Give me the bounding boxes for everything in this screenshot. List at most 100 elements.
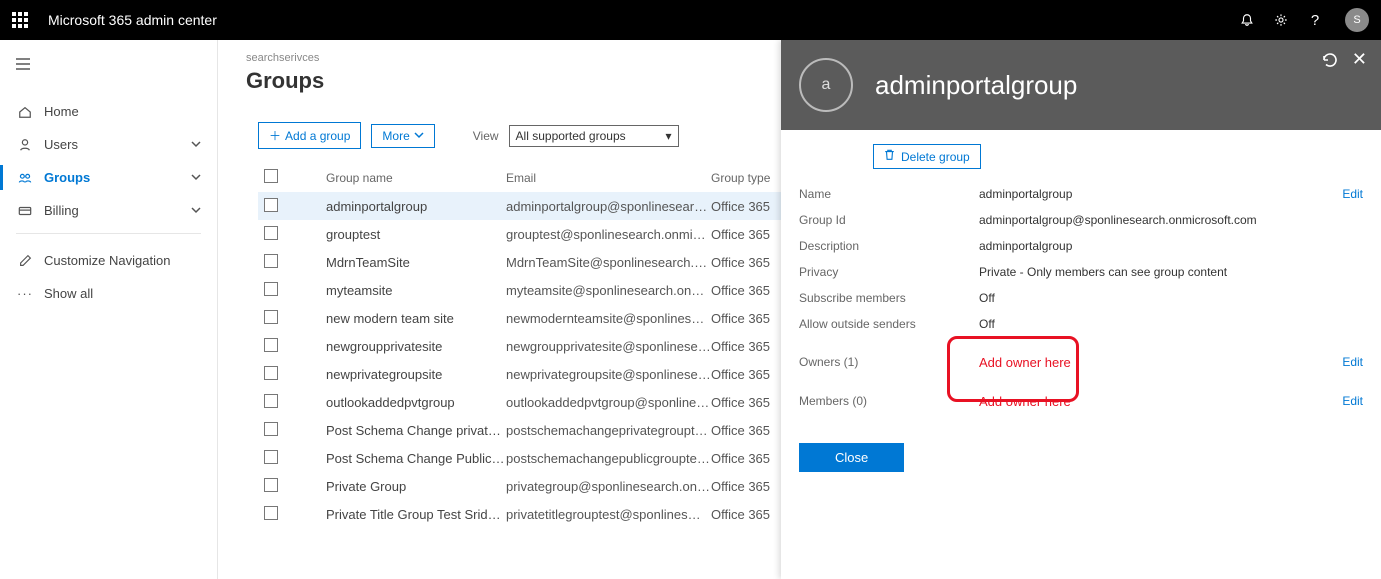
chevron-down-icon xyxy=(191,170,201,185)
sidebar-item-users[interactable]: Users xyxy=(0,128,217,161)
row-email: newprivategroupsite@sponlinesea… xyxy=(506,367,711,382)
annotation-add-member: Add owner here xyxy=(979,394,1332,409)
row-checkbox[interactable] xyxy=(264,366,278,380)
field-value-groupid: adminportalgroup@sponlinesearch.onmicros… xyxy=(979,213,1363,227)
row-email: myteamsite@sponlinesearch.onmic… xyxy=(506,283,711,298)
sidebar-item-groups[interactable]: Groups xyxy=(0,161,217,194)
table-row[interactable]: myteamsitemyteamsite@sponlinesearch.onmi… xyxy=(258,276,818,304)
row-email: privatetitlegrouptest@sponlines… xyxy=(506,507,711,522)
sidebar-item-billing[interactable]: Billing xyxy=(0,194,217,227)
row-checkbox[interactable] xyxy=(264,422,278,436)
row-group-name: newprivategroupsite xyxy=(306,367,506,382)
field-label-description: Description xyxy=(799,239,979,253)
groups-table: Group name Email Group type adminportalg… xyxy=(258,163,818,528)
notification-icon[interactable] xyxy=(1239,12,1255,28)
row-checkbox[interactable] xyxy=(264,226,278,240)
table-row[interactable]: Post Schema Change Public Group …postsch… xyxy=(258,444,818,472)
row-group-name: adminportalgroup xyxy=(306,199,506,214)
row-checkbox[interactable] xyxy=(264,198,278,212)
table-row[interactable]: Private Title Group Test Sridharprivatet… xyxy=(258,500,818,528)
add-group-button[interactable]: ＋ Add a group xyxy=(258,122,361,149)
dropdown-arrow-icon: ▾ xyxy=(666,129,672,143)
group-detail-panel: a adminportalgroup ✕ Delete group Name a… xyxy=(781,40,1381,579)
detail-header: a adminportalgroup ✕ xyxy=(781,40,1381,130)
column-header-email[interactable]: Email xyxy=(506,171,711,185)
row-email: privategroup@sponlinesearch.on… xyxy=(506,479,711,494)
table-row[interactable]: new modern team sitenewmodernteamsite@sp… xyxy=(258,304,818,332)
group-avatar: a xyxy=(799,58,853,112)
row-email: MdrnTeamSite@sponlinesearch.on… xyxy=(506,255,711,270)
sidebar-item-label: Groups xyxy=(44,170,90,185)
more-icon: ··· xyxy=(16,286,34,301)
sidebar-customize-navigation[interactable]: Customize Navigation xyxy=(0,244,217,277)
sidebar-item-label: Show all xyxy=(44,286,93,301)
user-avatar[interactable]: S xyxy=(1345,8,1369,32)
row-group-name: newgroupprivatesite xyxy=(306,339,506,354)
table-row[interactable]: Post Schema Change private Group…postsch… xyxy=(258,416,818,444)
user-icon xyxy=(16,138,34,152)
view-label: View xyxy=(473,129,499,143)
field-value-privacy: Private - Only members can see group con… xyxy=(979,265,1363,279)
row-email: newgroupprivatesite@sponlinesea… xyxy=(506,339,711,354)
home-icon xyxy=(16,105,34,119)
field-value-outside: Off xyxy=(979,317,1363,331)
view-dropdown[interactable]: All supported groups ▾ xyxy=(509,125,679,147)
left-navigation: Home Users Groups Billing xyxy=(0,40,218,579)
more-button[interactable]: More xyxy=(371,124,434,148)
sidebar-item-home[interactable]: Home xyxy=(0,95,217,128)
billing-icon xyxy=(16,204,34,218)
trash-icon xyxy=(884,149,895,164)
chevron-down-icon xyxy=(191,137,201,152)
row-checkbox[interactable] xyxy=(264,310,278,324)
row-group-name: new modern team site xyxy=(306,311,506,326)
row-checkbox[interactable] xyxy=(264,450,278,464)
row-checkbox[interactable] xyxy=(264,394,278,408)
help-icon[interactable]: ? xyxy=(1307,12,1323,28)
edit-members-link[interactable]: Edit xyxy=(1342,394,1363,408)
settings-icon[interactable] xyxy=(1273,12,1289,28)
row-checkbox[interactable] xyxy=(264,254,278,268)
field-label-subscribe: Subscribe members xyxy=(799,291,979,305)
row-email: grouptest@sponlinesearch.onmicr… xyxy=(506,227,711,242)
annotation-add-owner: Add owner here xyxy=(979,355,1332,370)
table-row[interactable]: MdrnTeamSiteMdrnTeamSite@sponlinesearch.… xyxy=(258,248,818,276)
row-group-name: Post Schema Change private Group… xyxy=(306,423,506,438)
row-group-name: Post Schema Change Public Group … xyxy=(306,451,506,466)
top-bar: Microsoft 365 admin center ? S xyxy=(0,0,1381,40)
field-label-outside: Allow outside senders xyxy=(799,317,979,331)
table-row[interactable]: newprivategroupsitenewprivategroupsite@s… xyxy=(258,360,818,388)
field-value-subscribe: Off xyxy=(979,291,1363,305)
row-group-name: myteamsite xyxy=(306,283,506,298)
close-icon[interactable]: ✕ xyxy=(1352,52,1367,73)
row-checkbox[interactable] xyxy=(264,478,278,492)
field-label-name: Name xyxy=(799,187,979,201)
table-row[interactable]: outlookaddedpvtgroupoutlookaddedpvtgroup… xyxy=(258,388,818,416)
delete-group-button[interactable]: Delete group xyxy=(873,144,981,169)
refresh-icon[interactable] xyxy=(1322,52,1338,73)
app-launcher-icon[interactable] xyxy=(12,12,28,28)
edit-owners-link[interactable]: Edit xyxy=(1342,355,1363,369)
column-header-name[interactable]: Group name xyxy=(306,171,506,185)
edit-name-link[interactable]: Edit xyxy=(1342,187,1363,201)
row-checkbox[interactable] xyxy=(264,282,278,296)
field-label-members: Members (0) xyxy=(799,394,979,408)
row-email: adminportalgroup@sponlinesearch… xyxy=(506,199,711,214)
detail-group-name: adminportalgroup xyxy=(875,70,1077,101)
sidebar-item-label: Customize Navigation xyxy=(44,253,170,268)
table-row[interactable]: grouptestgrouptest@sponlinesearch.onmicr… xyxy=(258,220,818,248)
sidebar-show-all[interactable]: ··· Show all xyxy=(0,277,217,310)
select-all-checkbox[interactable] xyxy=(264,169,278,183)
row-checkbox[interactable] xyxy=(264,338,278,352)
group-icon xyxy=(16,171,34,185)
sidebar-item-label: Users xyxy=(44,137,78,152)
field-label-privacy: Privacy xyxy=(799,265,979,279)
table-row[interactable]: adminportalgroupadminportalgroup@sponlin… xyxy=(258,192,818,220)
close-button[interactable]: Close xyxy=(799,443,904,472)
nav-collapse-icon[interactable] xyxy=(0,52,217,79)
row-checkbox[interactable] xyxy=(264,506,278,520)
pencil-icon xyxy=(16,254,34,267)
row-group-name: grouptest xyxy=(306,227,506,242)
table-row[interactable]: newgroupprivatesitenewgroupprivatesite@s… xyxy=(258,332,818,360)
table-row[interactable]: Private Groupprivategroup@sponlinesearch… xyxy=(258,472,818,500)
row-email: postschemachangeprivategrouptes… xyxy=(506,423,711,438)
